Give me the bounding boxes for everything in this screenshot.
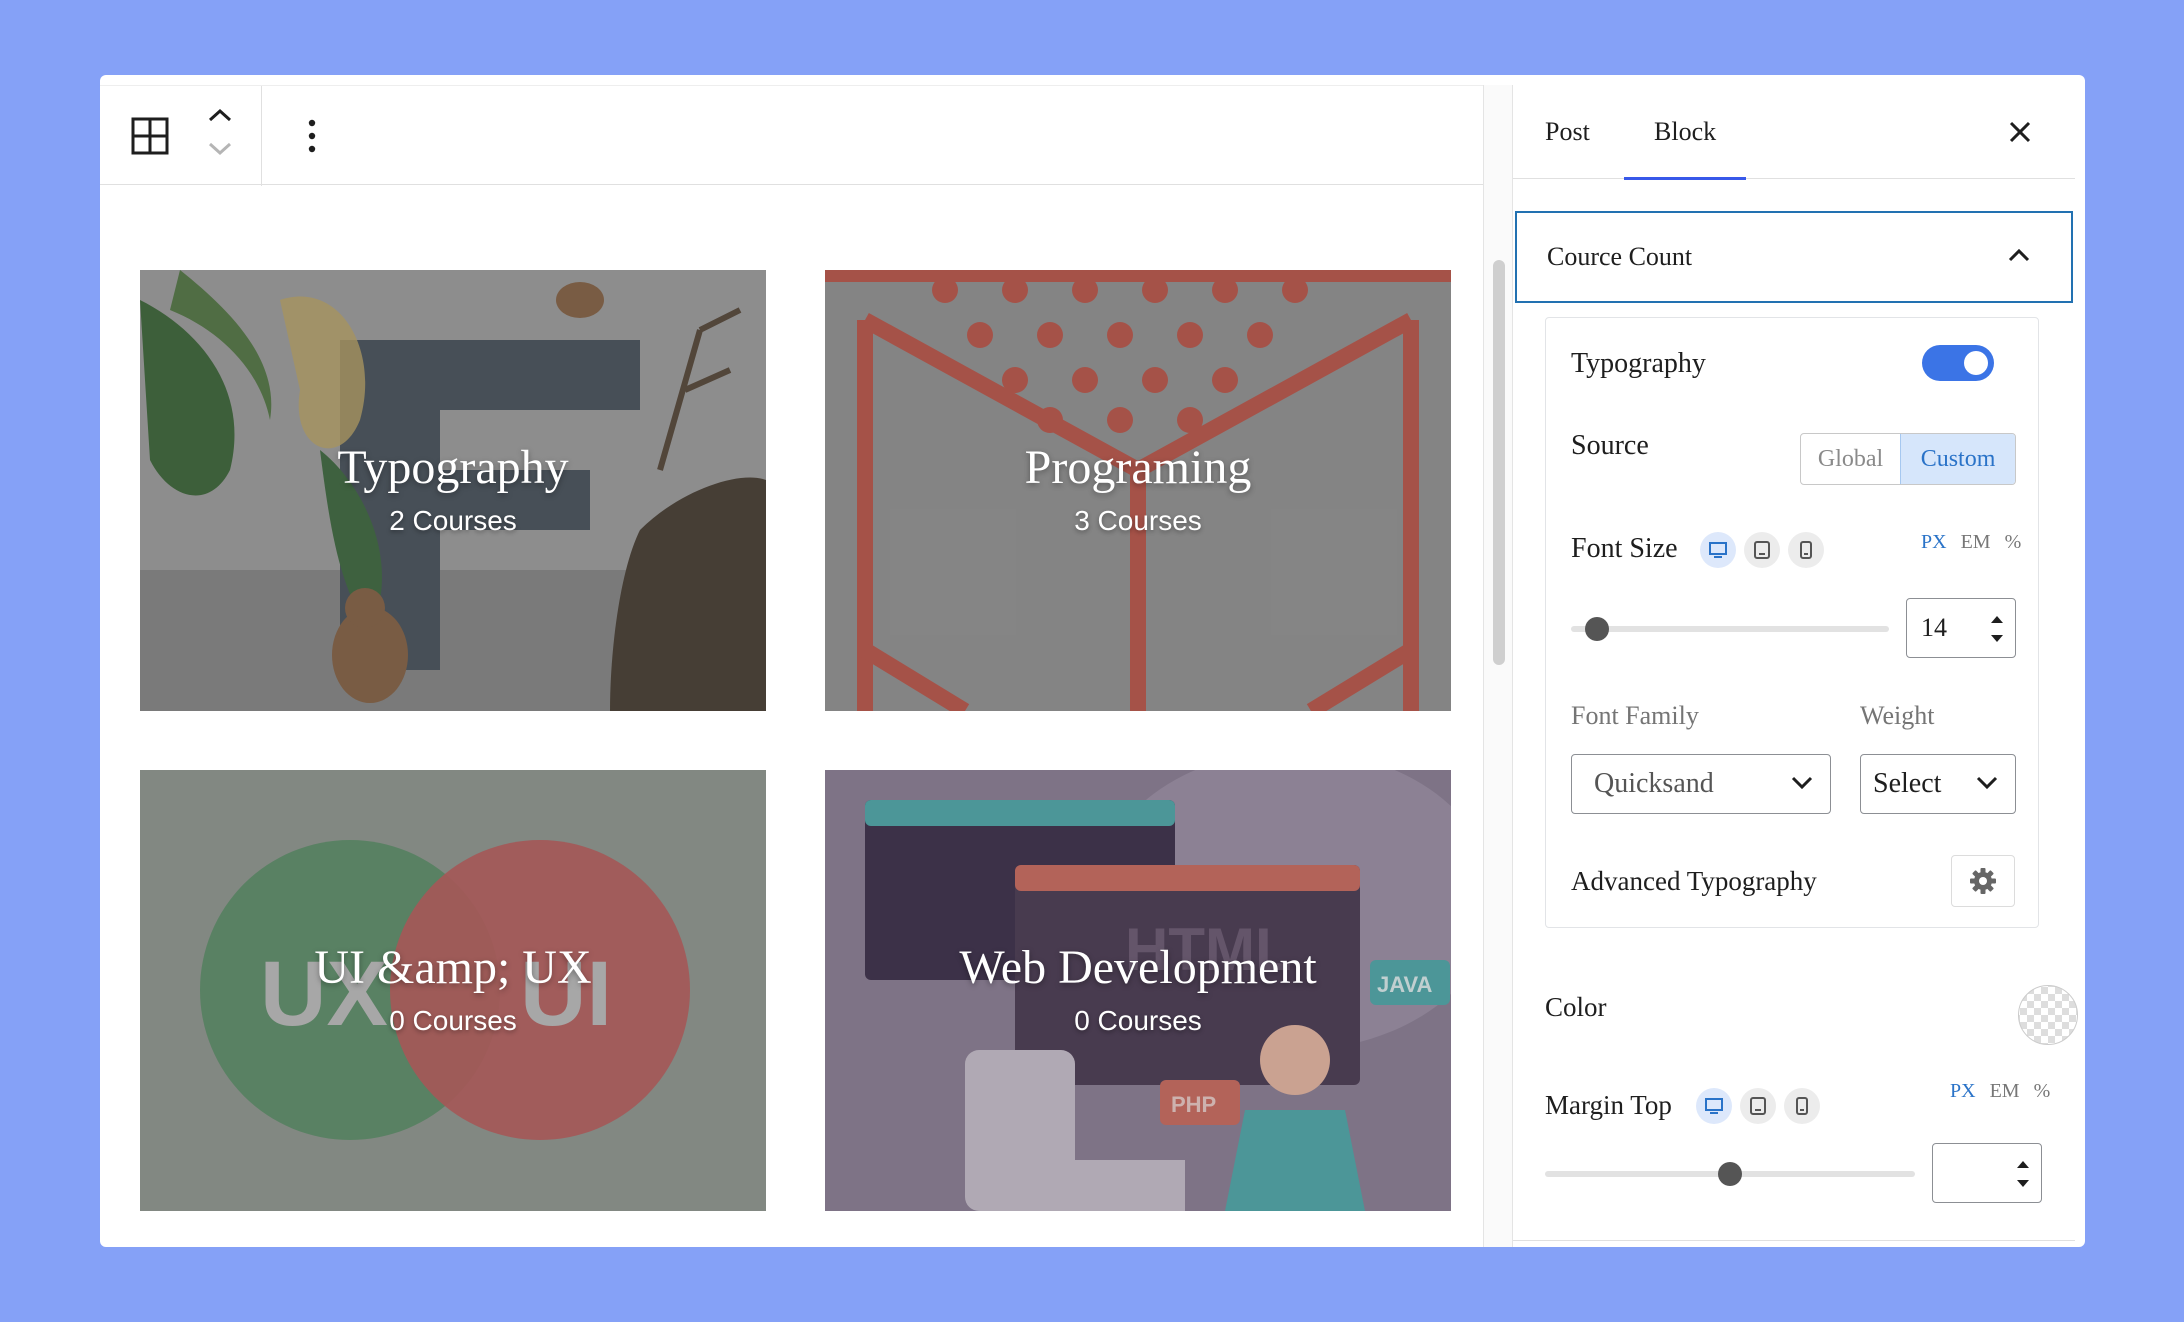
course-count: 0 Courses xyxy=(389,1005,517,1036)
unit-percent[interactable]: % xyxy=(2034,1080,2051,1103)
margin-top-slider[interactable] xyxy=(1545,1162,1915,1186)
typography-toggle[interactable] xyxy=(1922,345,1994,381)
toolbar-divider xyxy=(261,86,262,186)
vertical-ellipsis-icon xyxy=(308,119,316,153)
font-size-device-switcher xyxy=(1700,532,1824,568)
category-card-programing[interactable]: Programing 3 Courses xyxy=(825,270,1451,711)
number-spinner-icon[interactable] xyxy=(1989,609,2005,649)
mobile-device-button[interactable] xyxy=(1784,1088,1820,1124)
tablet-device-button[interactable] xyxy=(1744,532,1780,568)
font-size-slider-thumb[interactable] xyxy=(1585,617,1609,641)
font-family-select[interactable]: Quicksand xyxy=(1571,754,1831,814)
unit-em[interactable]: EM xyxy=(1990,1080,2020,1103)
font-size-number-field xyxy=(1906,598,2016,658)
chevron-up-icon xyxy=(2008,248,2030,262)
panel-divider xyxy=(1513,1240,2075,1241)
tablet-icon xyxy=(1750,1097,1766,1115)
chevron-down-icon xyxy=(208,142,232,156)
weight-label: Weight xyxy=(1860,701,1935,730)
editor-canvas: Typography 2 Courses Programing 3 Course… xyxy=(100,186,1483,1247)
unit-px[interactable]: PX xyxy=(1950,1080,1976,1103)
chevron-down-icon xyxy=(1976,776,1998,790)
move-down-button[interactable] xyxy=(198,134,242,164)
chevron-up-icon xyxy=(208,108,232,122)
source-option-global[interactable]: Global xyxy=(1801,434,1900,484)
advanced-typography-label: Advanced Typography xyxy=(1571,866,1817,896)
chevron-down-icon xyxy=(1791,776,1813,790)
weight-value: Select xyxy=(1873,768,1942,799)
category-title: Web Development xyxy=(959,941,1317,994)
source-segmented-control: Global Custom xyxy=(1800,433,2016,485)
course-count: 0 Courses xyxy=(1074,1005,1202,1036)
settings-sidebar: Post Block Cource Count Typography Sourc… xyxy=(1513,85,2078,1247)
typography-label: Typography xyxy=(1571,348,1706,379)
category-title: Typography xyxy=(337,441,569,494)
margin-top-label: Margin Top xyxy=(1545,1090,1672,1120)
category-card-web-development[interactable]: HTML JAVA PHP Web Development 0 Courses xyxy=(825,770,1451,1211)
mobile-icon xyxy=(1796,1097,1808,1115)
source-label: Source xyxy=(1571,430,1649,461)
toggle-knob xyxy=(1964,351,1988,375)
category-title: UI &amp; UX xyxy=(314,941,592,994)
tablet-icon xyxy=(1754,541,1770,559)
font-size-slider[interactable] xyxy=(1571,617,1889,641)
tab-post[interactable]: Post xyxy=(1545,85,1590,179)
panel-header-course-count[interactable]: Cource Count xyxy=(1515,211,2073,303)
tab-block[interactable]: Block xyxy=(1623,85,1747,180)
margin-top-slider-thumb[interactable] xyxy=(1718,1162,1742,1186)
canvas-scrollbar-thumb[interactable] xyxy=(1493,260,1505,665)
font-size-input[interactable] xyxy=(1921,609,1987,647)
desktop-icon xyxy=(1705,1098,1723,1114)
unit-em[interactable]: EM xyxy=(1961,531,1991,554)
block-type-button[interactable] xyxy=(120,106,180,166)
margin-top-device-switcher xyxy=(1696,1088,1820,1124)
tablet-device-button[interactable] xyxy=(1740,1088,1776,1124)
sidebar-tabs: Post Block xyxy=(1513,85,2075,180)
desktop-device-button[interactable] xyxy=(1696,1088,1732,1124)
font-size-label: Font Size xyxy=(1571,533,1678,564)
unit-percent[interactable]: % xyxy=(2005,531,2022,554)
course-count: 3 Courses xyxy=(1074,505,1202,536)
source-option-custom[interactable]: Custom xyxy=(1900,434,2015,484)
gear-icon xyxy=(1970,868,1996,894)
close-icon xyxy=(2009,121,2031,143)
move-up-button[interactable] xyxy=(198,98,242,132)
number-spinner-icon[interactable] xyxy=(2015,1154,2031,1194)
mobile-device-button[interactable] xyxy=(1788,532,1824,568)
color-picker-swatch[interactable] xyxy=(2018,985,2078,1045)
editor-window: Typography 2 Courses Programing 3 Course… xyxy=(100,75,2085,1247)
advanced-typography-button[interactable] xyxy=(1951,855,2015,907)
margin-top-input[interactable] xyxy=(1947,1154,2013,1192)
table-grid-icon xyxy=(131,117,169,155)
margin-top-number-field xyxy=(1932,1143,2042,1203)
panel-title: Cource Count xyxy=(1547,242,1693,271)
block-options-button[interactable] xyxy=(290,106,334,166)
weight-select[interactable]: Select xyxy=(1860,754,2016,814)
typography-panel: Typography Source Global Custom Font Siz… xyxy=(1545,317,2039,928)
unit-px[interactable]: PX xyxy=(1921,531,1947,554)
margin-top-unit-switcher: PX EM % xyxy=(1950,1080,2050,1103)
canvas-scrollbar[interactable] xyxy=(1483,85,1513,1247)
mobile-icon xyxy=(1800,541,1812,559)
color-label: Color xyxy=(1545,992,1607,1022)
block-toolbar xyxy=(100,85,1483,186)
course-count: 2 Courses xyxy=(389,505,517,536)
desktop-icon xyxy=(1709,542,1727,558)
font-family-value: Quicksand xyxy=(1594,768,1714,799)
category-card-typography[interactable]: Typography 2 Courses xyxy=(140,270,766,711)
font-size-unit-switcher: PX EM % xyxy=(1921,531,2021,554)
desktop-device-button[interactable] xyxy=(1700,532,1736,568)
category-card-ui-ux[interactable]: UX UI UI &amp; UX 0 Courses xyxy=(140,770,766,1211)
category-title: Programing xyxy=(1024,441,1252,494)
close-sidebar-button[interactable] xyxy=(2000,112,2040,152)
font-family-label: Font Family xyxy=(1571,701,1699,730)
